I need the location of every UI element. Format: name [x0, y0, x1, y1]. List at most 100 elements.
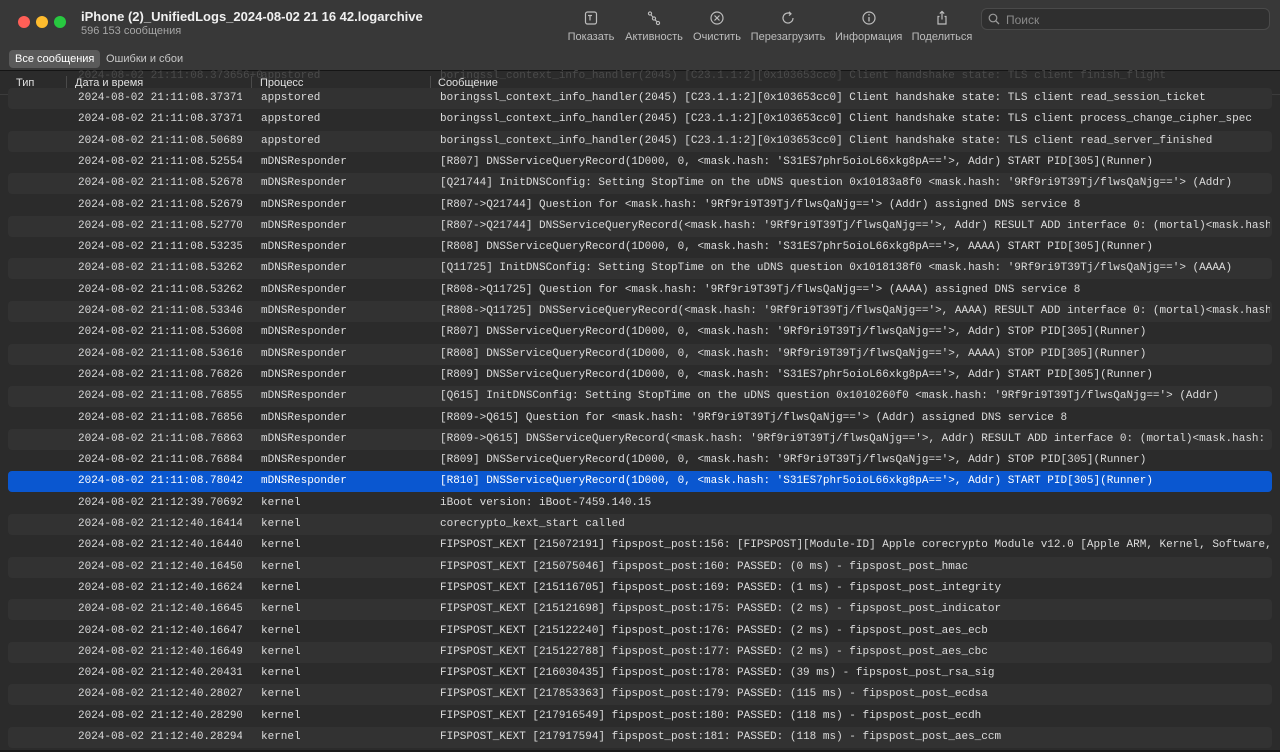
row-process: mDNSResponder — [261, 368, 347, 381]
row-message: FIPSPOST_KEXT [215122788] fipspost_post:… — [440, 645, 988, 658]
table-row[interactable]: 2024-08-02 21:12:40.164406+0 kernel FIPSPO… — [8, 535, 1272, 556]
table-row[interactable]: 2024-08-02 21:11:08.525542+0 mDNSResponde… — [8, 152, 1272, 173]
filter-all-messages[interactable]: Все сообщения — [9, 50, 101, 68]
row-message: [R809] DNSServiceQueryRecord(1D000, 0, <… — [440, 368, 1153, 381]
table-row[interactable]: 2024-08-02 21:12:40.166496+0 kernel FIPSPO… — [8, 641, 1272, 663]
table-row[interactable]: 2024-08-02 21:11:08.532629+0 mDNSResponde… — [8, 280, 1272, 301]
table-row[interactable]: 2024-08-02 21:11:08.526782+0 mDNSResponde… — [8, 173, 1272, 195]
row-date: 2024-08-02 21:12:39.706922+0 — [78, 496, 242, 509]
window-title: iPhone (2)_UnifiedLogs_2024-08-02 21 16 … — [81, 9, 423, 24]
row-process: mDNSResponder — [261, 454, 347, 467]
table-row[interactable]: 2024-08-02 21:11:08.536083+0 mDNSResponde… — [8, 322, 1272, 343]
table-row[interactable]: 2024-08-02 21:12:40.164144+0 kernel corecr… — [8, 514, 1272, 535]
reload-icon — [782, 11, 794, 24]
row-message: [R808->Q11725] DNSServiceQueryRecord(<ma… — [440, 305, 1270, 317]
table-row[interactable]: 2024-08-02 21:11:08.768265+0 mDNSResponde… — [8, 365, 1272, 386]
row-date: 2024-08-02 21:12:40.282903+0 — [78, 709, 242, 722]
table-row[interactable]: 2024-08-02 21:11:08.506892+0 appstored bor… — [8, 130, 1272, 152]
row-message: [Q615] InitDNSConfig: Setting StopTime o… — [440, 390, 1219, 403]
search-field[interactable] — [981, 8, 1270, 30]
filter-errors-faults[interactable]: Ошибки и сбои — [100, 50, 189, 68]
row-message: FIPSPOST_KEXT [217916549] fipspost_post:… — [440, 709, 982, 722]
table-row[interactable]: 2024-08-02 21:11:08.768563+0 mDNSResponde… — [8, 408, 1272, 429]
table-row[interactable]: 2024-08-02 21:12:40.282903+0 kernel FIPSPO… — [8, 706, 1272, 727]
row-message: FIPSPOST_KEXT [217917594] fipspost_post:… — [440, 731, 1002, 743]
row-date: 2024-08-02 21:11:08.780425+0 — [78, 475, 242, 488]
table-row[interactable]: 2024-08-02 21:12:39.706922+0 kernel iBoot … — [8, 493, 1272, 514]
table-row[interactable]: 2024-08-02 21:11:08.768554+0 mDNSResponde… — [8, 386, 1272, 408]
row-process: mDNSResponder — [261, 177, 347, 190]
table-row-selected[interactable]: 2024-08-02 21:11:08.780425+0 mDNSResponde… — [8, 471, 1272, 493]
table-row[interactable]: 2024-08-02 21:12:40.280275+0 kernel FIPSPO… — [8, 684, 1272, 706]
row-date: 2024-08-02 21:11:08.525542+0 — [78, 155, 242, 168]
table-row[interactable]: 2024-08-02 21:11:08.768846+0 mDNSResponde… — [8, 450, 1272, 471]
row-date: 2024-08-02 21:11:08.506892+0 — [78, 134, 242, 147]
show-button[interactable]: Показать — [566, 10, 616, 46]
row-date: 2024-08-02 21:11:08.373713+0 — [78, 92, 242, 104]
row-process: mDNSResponder — [261, 326, 347, 339]
share-button[interactable]: Поделиться — [910, 10, 974, 46]
row-date: 2024-08-02 21:12:40.280275+0 — [78, 688, 242, 701]
row-process: mDNSResponder — [261, 411, 347, 424]
row-message: FIPSPOST_KEXT [215072191] fipspost_post:… — [440, 539, 1270, 552]
row-message: [Q11725] InitDNSConfig: Setting StopTime… — [440, 262, 1233, 275]
table-row[interactable]: 2024-08-02 21:12:40.204319+0 kernel FIPSPO… — [8, 663, 1272, 684]
table-row[interactable]: 2024-08-02 21:11:08.527704+0 mDNSResponde… — [8, 215, 1272, 237]
table-row[interactable]: 2024-08-02 21:11:08.536163+0 mDNSResponde… — [8, 343, 1272, 365]
table-row[interactable]: 2024-08-02 21:11:08.533467+0 mDNSResponde… — [8, 301, 1272, 322]
table-row[interactable]: 2024-08-02 21:11:08.532357+0 mDNSResponde… — [8, 237, 1272, 258]
row-date: 2024-08-02 21:12:40.204319+0 — [78, 667, 242, 680]
table-row[interactable]: 2024-08-02 21:12:40.166244+0 kernel FIPSPO… — [8, 578, 1272, 599]
share-icon — [937, 10, 947, 25]
show-icon — [584, 11, 598, 25]
row-message: FIPSPOST_KEXT [215122240] fipspost_post:… — [440, 624, 988, 637]
table-row[interactable]: 2024-08-02 21:11:08.526792+0 mDNSResponde… — [8, 195, 1272, 216]
minimize-window-button[interactable] — [36, 16, 48, 28]
maximize-window-button[interactable] — [54, 16, 66, 28]
row-message: boringssl_context_info_handler(2045) [C2… — [440, 134, 1213, 147]
row-process: kernel — [261, 539, 301, 552]
row-process: kernel — [261, 560, 301, 573]
console-window: iPhone (2)_UnifiedLogs_2024-08-02 21 16 … — [0, 0, 1280, 752]
table-row[interactable]: 2024-08-02 21:12:40.282946+0 kernel FIPSPO… — [8, 727, 1272, 748]
row-message: [R809] DNSServiceQueryRecord(1D000, 0, <… — [440, 454, 1147, 467]
table-row[interactable]: 2024-08-02 21:12:40.166472+0 kernel FIPSPO… — [8, 621, 1272, 642]
row-process: mDNSResponder — [261, 241, 347, 254]
row-date: 2024-08-02 21:11:08.526792+0 — [78, 198, 242, 211]
row-message: [R809->Q615] Question for <mask.hash: '9… — [440, 411, 1068, 424]
search-input[interactable] — [1004, 11, 1263, 29]
row-process: mDNSResponder — [261, 219, 347, 232]
row-date: 2024-08-02 21:11:08.768630+0 — [78, 432, 242, 445]
row-date: 2024-08-02 21:11:08.527704+0 — [78, 219, 242, 232]
table-row[interactable]: 2024-08-02 21:11:08.373713+0 appstored bor… — [8, 88, 1272, 109]
info-icon — [861, 11, 876, 25]
title-bar: iPhone (2)_UnifiedLogs_2024-08-02 21 16 … — [0, 0, 1280, 48]
row-date: 2024-08-02 21:12:40.166496+0 — [78, 645, 242, 658]
table-row[interactable]: 2024-08-02 21:11:08.373713+0 appstored bor… — [8, 109, 1272, 130]
row-date: 2024-08-02 21:12:40.164509+0 — [78, 560, 242, 573]
table-row[interactable]: 2024-08-02 21:11:08.768630+0 mDNSResponde… — [8, 428, 1272, 450]
table-row[interactable]: 2024-08-02 21:12:40.164509+0 kernel FIPSPO… — [8, 556, 1272, 578]
row-message: [R808] DNSServiceQueryRecord(1D000, 0, <… — [440, 347, 1147, 360]
reload-button[interactable]: Перезагрузить — [750, 10, 826, 46]
row-date: 2024-08-02 21:11:08.768846+0 — [78, 454, 242, 467]
table-row[interactable]: 2024-08-02 21:12:40.166450+0 kernel FIPSPO… — [8, 599, 1272, 621]
row-process: kernel — [261, 709, 301, 722]
info-button[interactable]: Информация — [835, 10, 902, 46]
row-message: [R808] DNSServiceQueryRecord(1D000, 0, <… — [440, 241, 1153, 254]
row-date: 2024-08-02 21:12:40.282946+0 — [78, 731, 242, 743]
activity-button[interactable]: Активность — [624, 10, 684, 46]
clear-label: Очистить — [693, 31, 741, 43]
row-date: 2024-08-02 21:11:08.532357+0 — [78, 241, 242, 254]
row-date: 2024-08-02 21:11:08.373713+0 — [78, 113, 242, 126]
search-icon — [988, 13, 1000, 25]
row-message: boringssl_context_info_handler(2045) [C2… — [440, 92, 1206, 104]
table-row[interactable]: 2024-08-02 21:11:08.532620+0 mDNSResponde… — [8, 258, 1272, 280]
row-message: [R809->Q615] DNSServiceQueryRecord(<mask… — [440, 432, 1270, 445]
clear-button[interactable]: Очистить — [692, 10, 742, 46]
row-date: 2024-08-02 21:11:08.532629+0 — [78, 283, 242, 296]
row-date: 2024-08-02 21:11:08.526782+0 — [78, 177, 242, 190]
close-window-button[interactable] — [18, 16, 30, 28]
row-message: FIPSPOST_KEXT [215116705] fipspost_post:… — [440, 581, 1002, 594]
row-date: 2024-08-02 21:11:08.768265+0 — [78, 368, 242, 381]
